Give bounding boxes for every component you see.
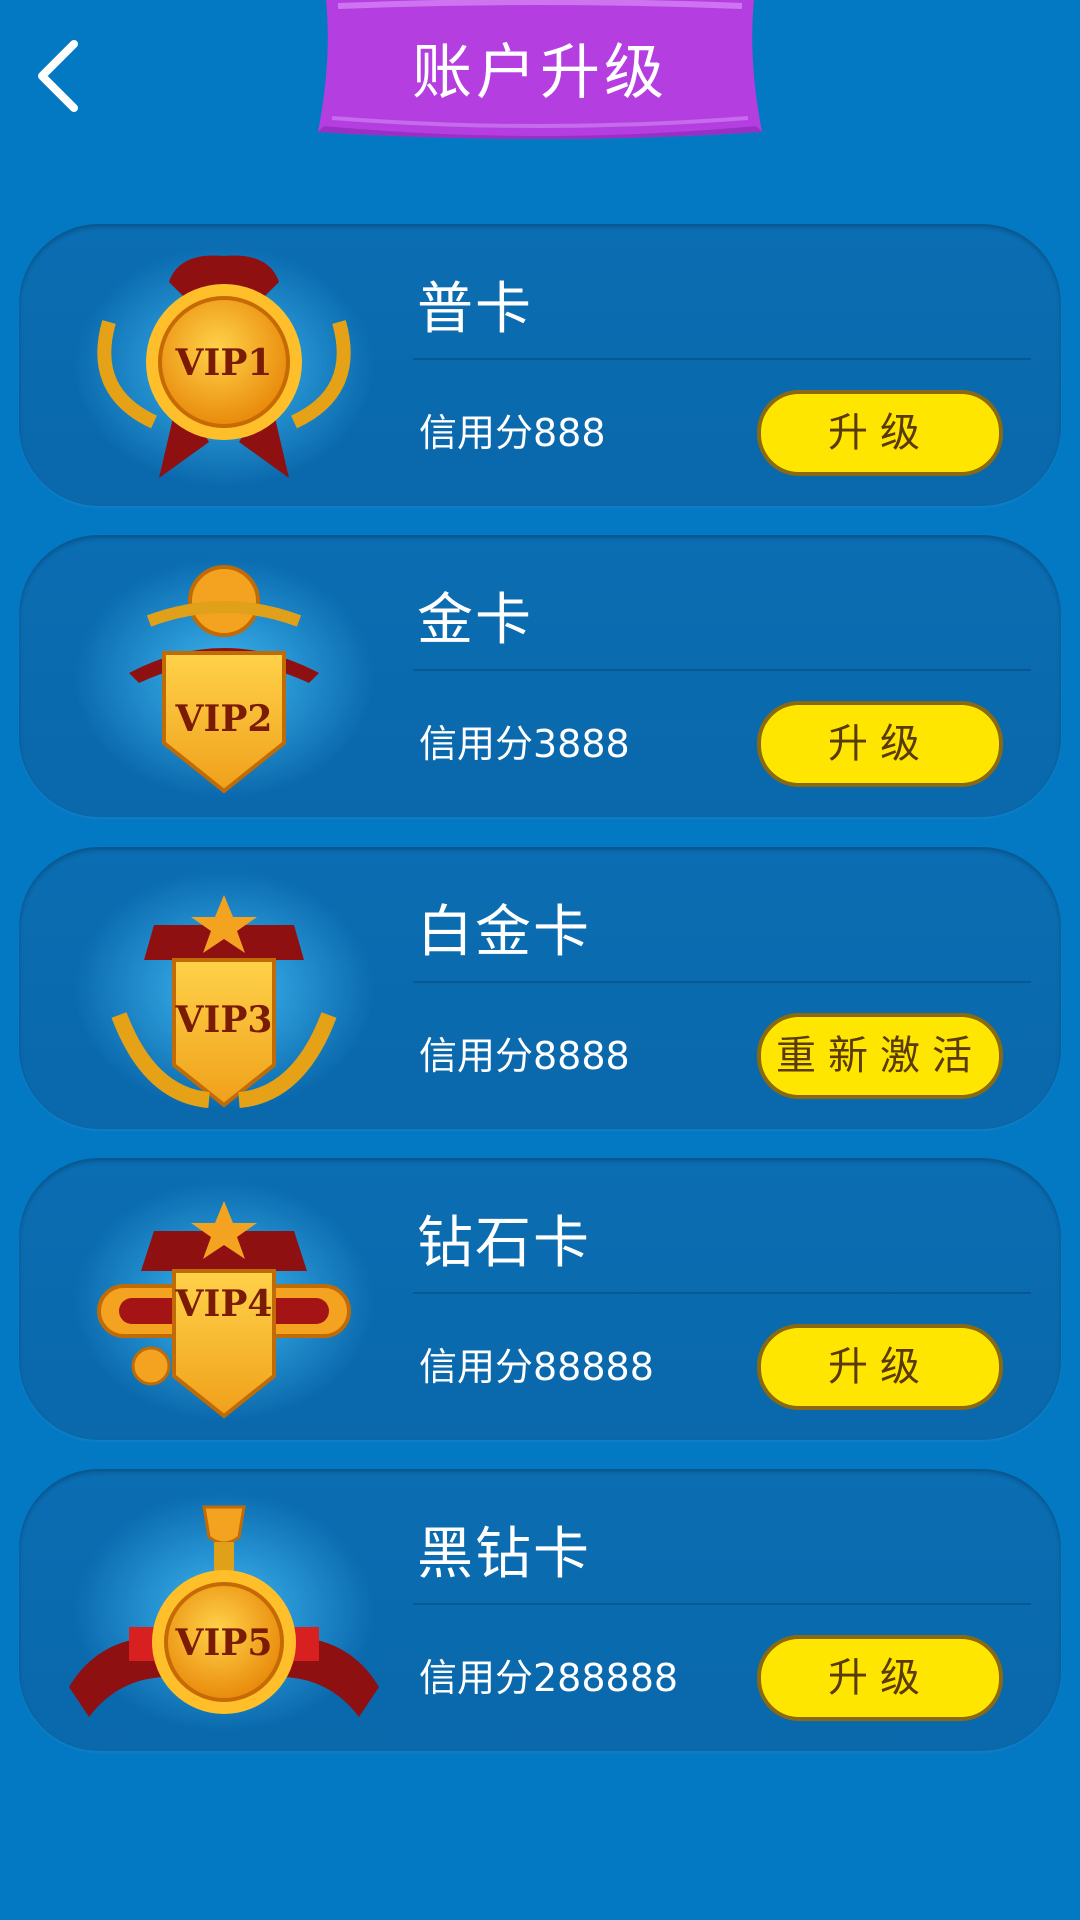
divider (413, 981, 1031, 983)
credit-score: 信用分888 (419, 411, 606, 455)
credit-score: 信用分3888 (419, 722, 630, 766)
card-title: 普卡 (417, 277, 533, 342)
vip4-crest-icon: VIP4 (74, 1181, 374, 1421)
divider (413, 669, 1031, 671)
back-arrow-icon[interactable] (30, 38, 90, 114)
credit-score: 信用分88888 (419, 1345, 654, 1389)
vip1-medal-icon: VIP1 (74, 247, 374, 487)
vip-card-5: VIP5 黑钻卡 信用分288888 升级 (19, 1469, 1061, 1751)
vip-card-4: VIP4 钻石卡 信用分88888 升级 (19, 1158, 1061, 1440)
credit-score: 信用分288888 (419, 1656, 679, 1700)
upgrade-button[interactable]: 升级 (757, 1324, 1003, 1410)
svg-text:VIP4: VIP4 (175, 1283, 273, 1325)
card-title: 黑钻卡 (417, 1522, 591, 1587)
divider (413, 1292, 1031, 1294)
vip-card-3: VIP3 白金卡 信用分8888 重新激活 (19, 847, 1061, 1129)
svg-text:VIP3: VIP3 (175, 999, 273, 1041)
upgrade-button[interactable]: 升级 (757, 390, 1003, 476)
divider (413, 1603, 1031, 1605)
svg-text:VIP2: VIP2 (175, 698, 273, 740)
credit-score: 信用分8888 (419, 1034, 630, 1078)
upgrade-button[interactable]: 升级 (757, 701, 1003, 787)
reactivate-button[interactable]: 重新激活 (757, 1013, 1003, 1099)
vip-card-1: VIP1 普卡 信用分888 升级 (19, 224, 1061, 506)
card-title: 钻石卡 (417, 1211, 591, 1276)
upgrade-button[interactable]: 升级 (757, 1635, 1003, 1721)
card-title: 金卡 (417, 588, 533, 653)
svg-text:VIP5: VIP5 (175, 1622, 273, 1664)
vip5-trophy-medal-icon: VIP5 (69, 1492, 379, 1732)
vip2-shield-icon: VIP2 (74, 558, 374, 798)
vip-card-2: VIP2 金卡 信用分3888 升级 (19, 535, 1061, 817)
svg-text:VIP1: VIP1 (175, 342, 273, 384)
card-title: 白金卡 (417, 900, 591, 965)
divider (413, 358, 1031, 360)
vip3-crest-icon: VIP3 (74, 870, 374, 1110)
page-title: 账户升级 (412, 38, 668, 108)
